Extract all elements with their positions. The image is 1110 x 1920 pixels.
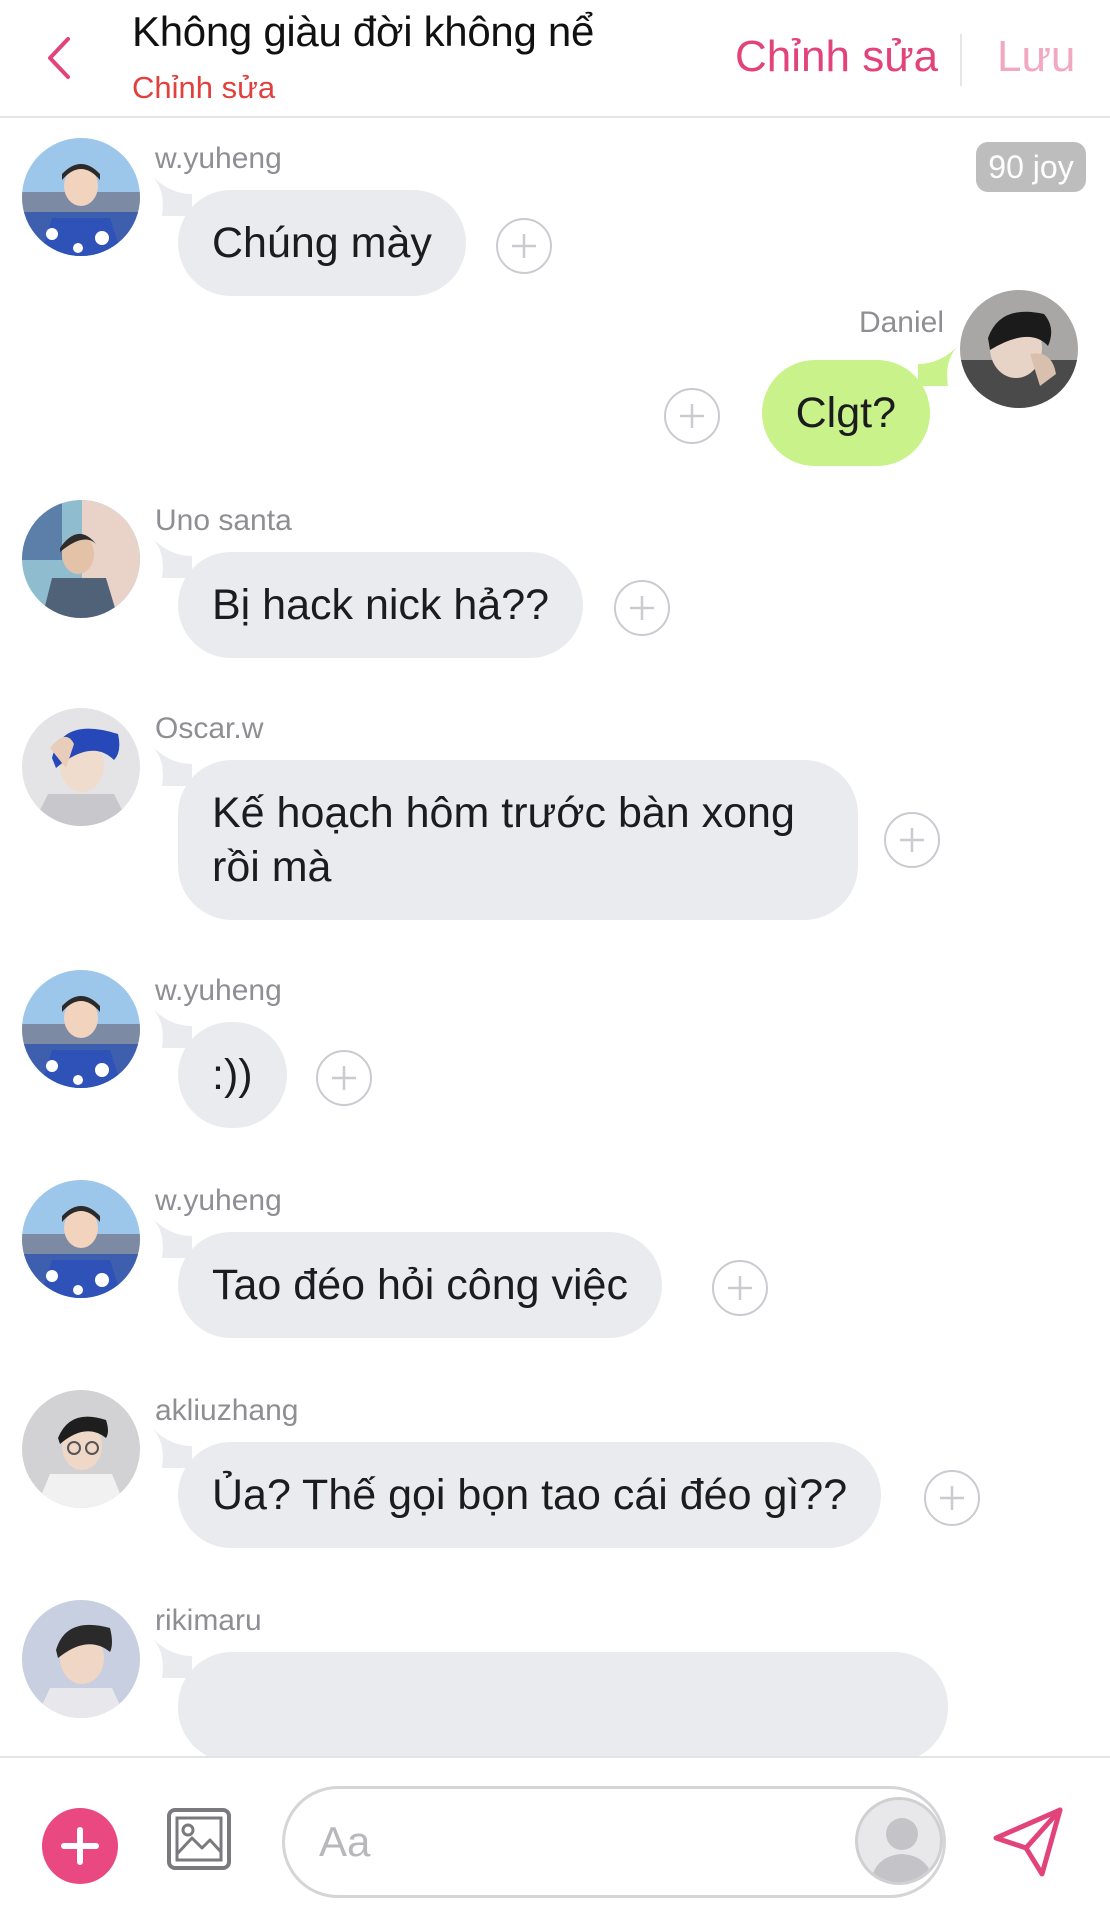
image-icon: [167, 1808, 231, 1870]
plus-icon: [680, 404, 704, 428]
message-bubble[interactable]: Bị hack nick hả??: [178, 552, 584, 658]
message-bubble[interactable]: Chúng mày: [178, 190, 466, 296]
header-divider: [960, 34, 962, 86]
message-list[interactable]: 90 joy w.yuheng Chúng mày Daniel Clgt? U…: [0, 120, 1110, 1756]
message-text: Ủa? Thế gọi bọn tao cái đéo gì??: [212, 1471, 848, 1519]
send-button[interactable]: [990, 1804, 1066, 1880]
chevron-left-icon: [48, 37, 70, 79]
message-bubble[interactable]: Clgt?: [761, 360, 930, 466]
bubble-tail: [152, 1218, 192, 1258]
sender-name: Oscar.w: [155, 712, 264, 745]
avatar[interactable]: [22, 708, 140, 826]
react-button[interactable]: [496, 218, 552, 274]
chat-subtitle: Chỉnh sửa: [132, 70, 276, 105]
avatar[interactable]: [960, 290, 1078, 408]
react-button[interactable]: [316, 1050, 372, 1106]
save-button[interactable]: Lưu: [997, 32, 1075, 82]
sender-name: rikimaru: [155, 1604, 262, 1637]
message-row: akliuzhang Ủa? Thế gọi bọn tao cái đéo g…: [0, 1390, 1110, 1560]
send-icon: [993, 1807, 1063, 1877]
sender-name: Daniel: [858, 306, 944, 339]
avatar[interactable]: [22, 970, 140, 1088]
message-input[interactable]: [319, 1809, 819, 1875]
message-row: w.yuheng Chúng mày: [0, 120, 1110, 296]
message-bubble[interactable]: [178, 1652, 948, 1756]
message-text: Kế hoạch hôm trước bàn xong rồi mà: [212, 789, 795, 891]
message-bubble[interactable]: Kế hoạch hôm trước bàn xong rồi mà: [178, 760, 858, 920]
plus-icon: [940, 1486, 964, 1510]
message-row: Oscar.w Kế hoạch hôm trước bàn xong rồi …: [0, 708, 1110, 938]
message-text: Bị hack nick hả??: [212, 581, 550, 629]
plus-icon: [630, 596, 654, 620]
react-button[interactable]: [614, 580, 670, 636]
persona-avatar[interactable]: [855, 1797, 943, 1885]
react-button[interactable]: [712, 1260, 768, 1316]
message-text: Tao đéo hỏi công việc: [212, 1261, 628, 1309]
image-button[interactable]: [164, 1804, 234, 1874]
bubble-tail: [152, 1638, 192, 1678]
sender-name: w.yuheng: [155, 974, 282, 1007]
plus-icon: [900, 828, 924, 852]
sender-name: akliuzhang: [155, 1394, 299, 1427]
message-row: w.yuheng Tao đéo hỏi công việc: [0, 1180, 1110, 1350]
message-text: Clgt?: [795, 389, 896, 437]
composer-bar: [0, 1756, 1110, 1920]
message-row: Daniel Clgt?: [0, 290, 1110, 466]
plus-icon: [332, 1066, 356, 1090]
bubble-tail: [918, 346, 958, 386]
message-row: rikimaru: [0, 1600, 1110, 1756]
avatar[interactable]: [22, 500, 140, 618]
message-bubble[interactable]: :)): [178, 1022, 287, 1128]
avatar[interactable]: [22, 138, 140, 256]
bubble-tail: [152, 1008, 192, 1048]
react-button[interactable]: [924, 1470, 980, 1526]
sender-name: w.yuheng: [155, 1184, 282, 1217]
message-bubble[interactable]: Tao đéo hỏi công việc: [178, 1232, 662, 1338]
add-button[interactable]: [42, 1808, 118, 1884]
avatar[interactable]: [22, 1180, 140, 1298]
avatar[interactable]: [22, 1390, 140, 1508]
sender-name: w.yuheng: [155, 142, 282, 175]
bubble-tail: [152, 1428, 192, 1468]
user-silhouette-icon: [870, 1818, 934, 1882]
react-button[interactable]: [664, 388, 720, 444]
chat-title: Không giàu đời không nể: [132, 8, 595, 55]
plus-icon: [61, 1827, 99, 1865]
message-input-wrapper: [282, 1786, 946, 1898]
bubble-tail: [152, 176, 192, 216]
bubble-tail: [152, 538, 192, 578]
plus-icon: [728, 1276, 752, 1300]
message-row: Uno santa Bị hack nick hả??: [0, 500, 1110, 670]
back-button[interactable]: [38, 30, 78, 86]
message-bubble[interactable]: Ủa? Thế gọi bọn tao cái đéo gì??: [178, 1442, 882, 1548]
avatar[interactable]: [22, 1600, 140, 1718]
message-text: Chúng mày: [212, 219, 432, 267]
plus-icon: [512, 234, 536, 258]
chat-header: Không giàu đời không nể Chỉnh sửa Chỉnh …: [0, 0, 1110, 118]
message-text: :)): [212, 1051, 253, 1099]
edit-button[interactable]: Chỉnh sửa: [735, 32, 938, 82]
react-button[interactable]: [884, 812, 940, 868]
sender-name: Uno santa: [155, 504, 292, 537]
message-row: w.yuheng :)): [0, 970, 1110, 1140]
bubble-tail: [152, 746, 192, 786]
